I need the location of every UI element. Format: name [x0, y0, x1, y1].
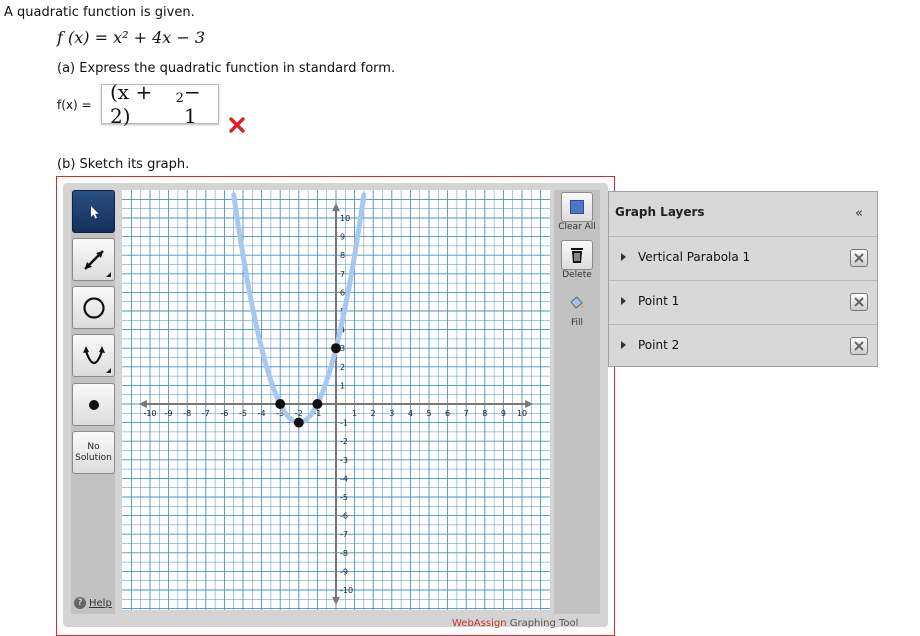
delete-layer-icon[interactable] — [850, 249, 868, 267]
line-arrow-icon — [83, 249, 104, 270]
graph-layers-header: Graph Layers « — [609, 192, 877, 236]
expand-arrow-icon[interactable] — [621, 341, 626, 349]
layer-item[interactable]: Point 1 — [609, 280, 877, 325]
help-link[interactable]: ? Help — [74, 597, 112, 609]
x-tick-label: 4 — [408, 409, 413, 418]
circle-tool-button[interactable] — [72, 286, 115, 329]
answer-exponent: 2 — [175, 90, 184, 106]
trash-icon — [561, 240, 593, 270]
graph-canvas[interactable]: -10 -9 -8 -7 -6 -5 -4 -3 -2 -1 1 2 3 4 5 6 7 8 9 1010987654… — [122, 190, 550, 610]
y-tick-label: -6 — [340, 512, 348, 521]
answer-main: (x + 2) — [110, 80, 153, 128]
point-icon — [88, 399, 99, 410]
graph-layers-title: Graph Layers — [615, 205, 705, 219]
help-icon: ? — [74, 597, 86, 609]
circle-icon — [82, 296, 105, 319]
clear-all-button[interactable]: Clear All — [556, 192, 598, 232]
y-tick-label: -8 — [340, 549, 348, 558]
y-tick-label: -3 — [340, 456, 348, 465]
x-tick-label: -6 — [220, 409, 228, 418]
y-tick-label: -9 — [340, 567, 348, 576]
delete-layer-icon[interactable] — [850, 337, 868, 355]
x-tick-label: -9 — [165, 409, 173, 418]
x-tick-label: 1 — [352, 409, 357, 418]
question-intro: A quadratic function is given. — [4, 5, 195, 20]
layer-name: Point 1 — [638, 294, 680, 308]
y-tick-label: 2 — [340, 363, 345, 372]
x-tick-label: -10 — [143, 409, 156, 418]
x-tick-label: -8 — [183, 409, 191, 418]
x-tick-label: 9 — [501, 409, 506, 418]
y-tick-label: 1 — [340, 381, 345, 390]
fill-button[interactable]: Fill — [556, 288, 598, 328]
x-tick-label: 7 — [464, 409, 469, 418]
fill-label: Fill — [570, 318, 584, 328]
x-tick-label: 2 — [371, 409, 376, 418]
y-tick-label: -10 — [340, 586, 353, 595]
x-tick-label: -2 — [295, 409, 303, 418]
y-tick-label: -2 — [340, 437, 348, 446]
no-solution-line2: Solution — [75, 452, 112, 463]
layer-item[interactable]: Point 2 — [609, 324, 877, 369]
pointer-icon — [90, 205, 98, 218]
y-tick-label: 10 — [340, 214, 350, 223]
x-tick-label: -4 — [258, 409, 266, 418]
plot-point[interactable] — [293, 417, 304, 428]
plot-point[interactable] — [331, 343, 341, 354]
help-label: Help — [89, 597, 112, 609]
answer-tail: − 1 — [183, 80, 201, 128]
delete-button[interactable]: Delete — [556, 240, 598, 280]
answer-field[interactable]: (x + 2) 2 − 1 — [101, 80, 219, 128]
x-tick-label: 10 — [517, 409, 527, 418]
collapse-icon[interactable]: « — [855, 206, 863, 221]
y-tick-label: -4 — [340, 474, 348, 483]
answer-label: f(x) = — [57, 98, 92, 112]
layer-name: Vertical Parabola 1 — [638, 250, 751, 264]
pointer-tool-button[interactable] — [72, 190, 115, 233]
parabola-icon — [82, 345, 105, 364]
y-tick-label: -1 — [340, 419, 348, 428]
expand-arrow-icon[interactable] — [621, 253, 626, 261]
clear-all-icon — [561, 192, 593, 222]
x-tick-label: 3 — [389, 409, 394, 418]
plot-point[interactable] — [275, 399, 286, 409]
delete-label: Delete — [562, 270, 592, 280]
y-tick-label: -7 — [340, 530, 348, 539]
x-tick-label: 5 — [426, 409, 431, 418]
x-tick-label: 6 — [445, 409, 450, 418]
x-tick-label: -5 — [239, 409, 247, 418]
graph-layers-panel: Graph Layers « Vertical Parabola 1 Point… — [608, 191, 878, 367]
expand-arrow-icon[interactable] — [621, 297, 626, 305]
no-solution-line1: No — [87, 441, 100, 452]
layer-item[interactable]: Vertical Parabola 1 — [609, 236, 877, 281]
parabola-tool-button[interactable] — [72, 334, 115, 377]
point-tool-button[interactable] — [72, 383, 115, 426]
part-a-prompt: (a) Express the quadratic function in st… — [57, 61, 396, 76]
part-b-prompt: (b) Sketch its graph. — [57, 157, 190, 172]
y-tick-label: 9 — [340, 233, 345, 242]
webassign-brand: WebAssign Graphing Tool — [452, 618, 579, 629]
function-expression: f (x) = x² + 4x − 3 — [57, 28, 206, 47]
y-tick-label: 6 — [340, 288, 345, 297]
line-tool-button[interactable] — [72, 238, 115, 281]
y-tick-label: 7 — [340, 270, 345, 279]
x-tick-label: -7 — [202, 409, 210, 418]
clear-all-label: Clear All — [558, 222, 596, 232]
no-solution-button[interactable]: No Solution — [72, 431, 115, 474]
layer-name: Point 2 — [638, 338, 680, 352]
x-tick-label: 8 — [482, 409, 487, 418]
paint-bucket-icon — [561, 288, 593, 318]
y-tick-label: -5 — [340, 493, 348, 502]
incorrect-icon — [228, 116, 246, 134]
plot-point[interactable] — [312, 399, 323, 409]
y-tick-label: 8 — [340, 251, 345, 260]
delete-layer-icon[interactable] — [850, 293, 868, 311]
